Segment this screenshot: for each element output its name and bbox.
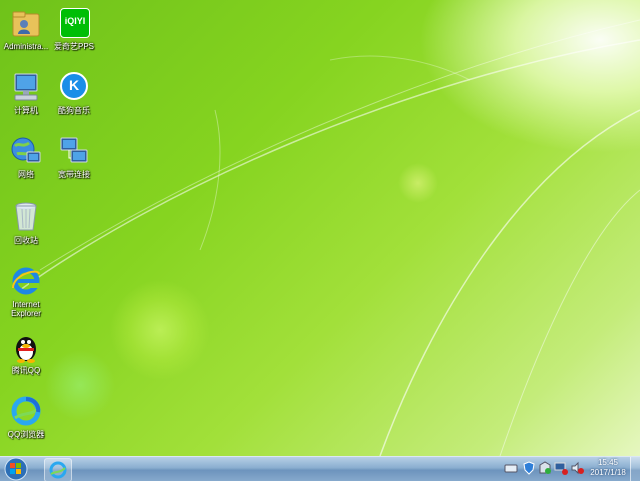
broadband-connection-icon [57,134,91,168]
desktop-icon-label: 计算机 [14,106,38,115]
kugou-icon-text: K [68,77,80,93]
desktop-icon-tencent-qq[interactable]: 腾讯QQ [2,330,50,375]
qq-browser-icon [49,461,67,479]
internet-explorer-icon [9,264,43,298]
desktop-icon-label: 宽带连接 [58,170,90,179]
desktop-icon-broadband[interactable]: 宽带连接 [50,134,98,179]
network-globe-icon [9,134,43,168]
kugou-icon: K [57,70,91,104]
desktop-icon-iqiyi-pps[interactable]: iQIYI 爱奇艺PPS [50,6,98,51]
show-desktop-button[interactable] [630,457,640,481]
desktop-icon-qq-browser[interactable]: QQ浏览器 [2,394,50,439]
tray-volume-icon[interactable] [570,461,584,475]
desktop-icon-kugou-music[interactable]: K 酷狗音乐 [50,70,98,115]
iqiyi-icon-text: iQIYI [64,16,86,26]
desktop-icon-label: 回收站 [14,236,38,245]
tray-shield-icon[interactable] [522,461,536,475]
desktop-icon-label: 爱奇艺PPS [53,42,94,51]
desktop-icon-label: Internet Explorer [11,300,41,318]
tray-keyboard-icon[interactable] [504,461,518,475]
start-button[interactable] [2,457,30,481]
desktop-icon-administrator[interactable]: Administra... [2,6,50,51]
desktop-icon-label: QQ浏览器 [7,430,45,439]
wallpaper-swoosh [19,19,640,456]
desktop: Administra... iQIYI 爱奇艺PPS 计算机 K 酷狗音乐 网络… [0,0,640,456]
taskbar-qq-browser-button[interactable] [44,458,72,482]
desktop-icon-label: 网络 [18,170,34,179]
desktop-icon-label: Administra... [3,42,49,51]
clock-date: 2017/1/18 [590,468,626,477]
computer-icon [9,70,43,104]
desktop-icon-recycle-bin[interactable]: 回收站 [2,200,50,245]
desktop-icon-network[interactable]: 网络 [2,134,50,179]
taskbar: 15:45 2017/1/18 [0,456,640,482]
desktop-icon-internet-explorer[interactable]: Internet Explorer [2,264,50,318]
tray-network-icon[interactable] [554,461,568,475]
iqiyi-icon: iQIYI [57,6,91,40]
user-folder-icon [9,6,43,40]
windows-logo-icon [4,457,28,481]
system-clock[interactable]: 15:45 2017/1/18 [588,458,628,478]
desktop-icon-label: 酷狗音乐 [58,106,90,115]
qq-browser-icon [9,394,43,428]
qq-penguin-icon [9,330,43,364]
recycle-bin-icon [9,200,43,234]
clock-time: 15:45 [597,458,619,467]
desktop-icon-label: 腾讯QQ [11,366,41,375]
tray-action-center-icon[interactable] [538,461,552,475]
desktop-icon-computer[interactable]: 计算机 [2,70,50,115]
